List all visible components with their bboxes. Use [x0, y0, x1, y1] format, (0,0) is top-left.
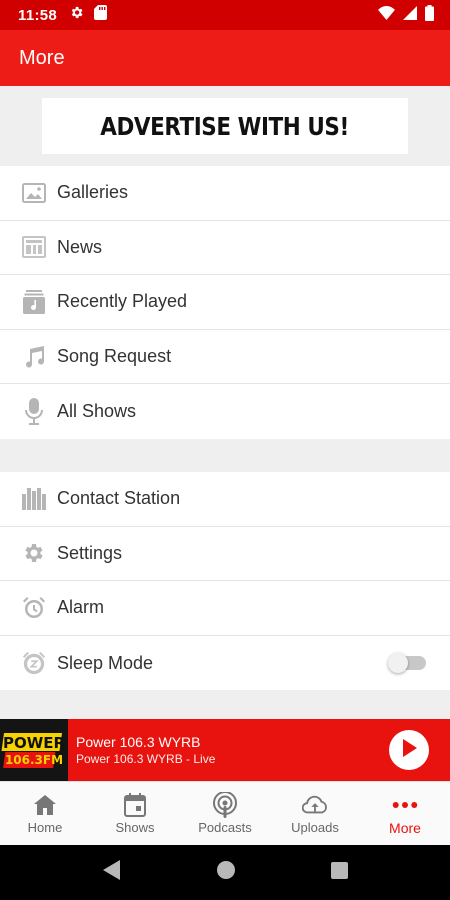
- menu-item-label: News: [57, 236, 103, 257]
- wifi-icon: [378, 5, 395, 25]
- nav-label: More: [389, 819, 421, 836]
- toggle-knob: [388, 653, 408, 674]
- menu-group-primary: Galleries News Recently Played Song Requ…: [0, 166, 450, 439]
- recently-played-icon: [22, 289, 46, 314]
- home-circle-icon[interactable]: [216, 861, 235, 884]
- menu-item-song-request[interactable]: Song Request: [0, 330, 450, 385]
- status-bar: 11:58: [0, 0, 450, 30]
- page-title: More: [19, 46, 65, 69]
- menu-item-label: Alarm: [57, 597, 105, 618]
- mini-player[interactable]: POWER 106.3FM Power 106.3 WYRB Power 106…: [0, 719, 450, 781]
- upload-cloud-icon: [302, 792, 328, 818]
- bottom-nav: Home Shows Podcasts Uploads More: [0, 781, 450, 845]
- nav-label: Shows: [115, 820, 155, 835]
- nav-label: Uploads: [291, 820, 339, 835]
- news-icon: [22, 235, 46, 259]
- nav-item-uploads[interactable]: Uploads: [270, 782, 360, 845]
- app-bar: More: [0, 30, 450, 86]
- sleep-mode-toggle[interactable]: [388, 653, 426, 674]
- building-icon: [22, 487, 46, 511]
- sd-card-icon: [94, 5, 108, 25]
- podcast-icon: [212, 792, 238, 818]
- menu-item-label: All Shows: [57, 401, 137, 422]
- player-title: Power 106.3 WYRB: [76, 734, 201, 750]
- more-menu-content[interactable]: ADVERTISE WITH US! Galleries News Recent…: [0, 86, 450, 719]
- play-button[interactable]: [389, 730, 429, 770]
- advertise-banner-text: ADVERTISE WITH US!: [100, 111, 350, 141]
- battery-icon: [425, 4, 434, 26]
- nav-item-more[interactable]: More: [360, 782, 450, 845]
- calendar-icon: [122, 792, 148, 818]
- status-notification-icons: [69, 5, 108, 25]
- menu-item-galleries[interactable]: Galleries: [0, 166, 450, 221]
- menu-item-label: Recently Played: [57, 291, 188, 312]
- menu-item-news[interactable]: News: [0, 221, 450, 276]
- logo-frequency-text: 106.3FM: [5, 753, 63, 767]
- settings-icon: [69, 5, 84, 25]
- menu-item-label: Galleries: [57, 182, 129, 203]
- microphone-icon: [22, 397, 46, 425]
- menu-item-alarm[interactable]: Alarm: [0, 581, 450, 636]
- nav-item-home[interactable]: Home: [0, 782, 90, 845]
- nav-item-shows[interactable]: Shows: [90, 782, 180, 845]
- signal-icon: [403, 5, 417, 25]
- menu-group-secondary: Contact Station Settings Alarm Sleep Mod…: [0, 471, 450, 691]
- menu-item-label: Song Request: [57, 346, 172, 367]
- more-dots-icon: [392, 792, 418, 818]
- system-nav-bar: [0, 845, 450, 900]
- menu-item-label: Settings: [57, 542, 123, 563]
- station-logo: POWER 106.3FM: [0, 719, 68, 781]
- ad-container: ADVERTISE WITH US!: [0, 86, 450, 166]
- menu-item-all-shows[interactable]: All Shows: [0, 384, 450, 439]
- advertise-banner[interactable]: ADVERTISE WITH US!: [42, 98, 408, 154]
- status-system-icons: [378, 4, 434, 26]
- gallery-icon: [22, 181, 46, 205]
- menu-item-sleep-mode[interactable]: Sleep Mode: [0, 636, 450, 691]
- sleep-icon: [22, 651, 46, 675]
- status-time: 11:58: [18, 6, 58, 24]
- menu-item-label: Sleep Mode: [57, 652, 154, 673]
- recents-icon[interactable]: [330, 861, 348, 884]
- menu-item-recently-played[interactable]: Recently Played: [0, 275, 450, 330]
- gear-icon: [22, 541, 46, 565]
- nav-label: Podcasts: [198, 820, 252, 835]
- play-icon: [401, 738, 417, 762]
- player-info: Power 106.3 WYRB Power 106.3 WYRB - Live: [76, 733, 215, 767]
- alarm-icon: [22, 596, 46, 620]
- logo-power-text: POWER: [3, 734, 66, 752]
- nav-item-podcasts[interactable]: Podcasts: [180, 782, 270, 845]
- music-note-icon: [22, 345, 46, 369]
- player-subtitle: Power 106.3 WYRB - Live: [76, 752, 216, 766]
- menu-item-contact-station[interactable]: Contact Station: [0, 472, 450, 527]
- nav-label: Home: [27, 820, 63, 835]
- menu-item-label: Contact Station: [57, 488, 181, 509]
- section-divider: [0, 438, 450, 472]
- menu-item-settings[interactable]: Settings: [0, 527, 450, 582]
- home-icon: [32, 792, 58, 818]
- back-icon[interactable]: [102, 860, 121, 885]
